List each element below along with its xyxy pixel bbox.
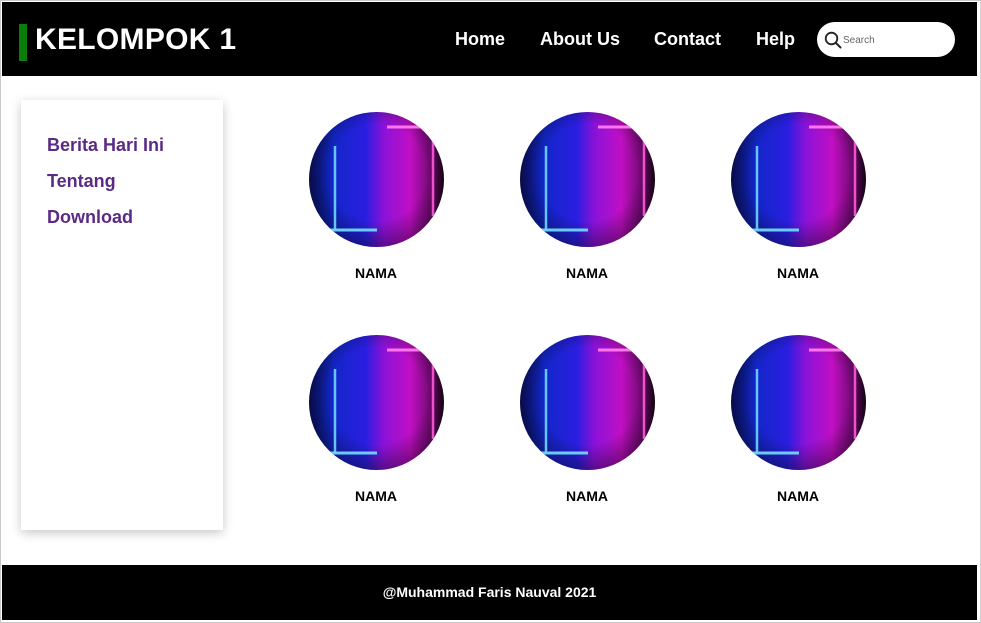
profile-card: NAMA (728, 335, 868, 504)
nav-help-link[interactable]: Help (756, 28, 795, 50)
brand-title: KELOMPOK 1 (35, 23, 237, 56)
profile-photo (308, 112, 444, 247)
search-box[interactable] (817, 22, 955, 57)
profile-photo (308, 335, 444, 470)
sidebar-link-tentang[interactable]: Tentang (47, 170, 116, 192)
search-icon (824, 31, 842, 49)
page-footer: @Muhammad Faris Nauval 2021 (2, 565, 977, 620)
profile-card: NAMA (306, 335, 446, 504)
profile-card: NAMA (517, 112, 657, 281)
profile-name: NAMA (566, 265, 608, 281)
profile-name: NAMA (777, 265, 819, 281)
profile-name: NAMA (355, 488, 397, 504)
top-navbar: KELOMPOK 1 Home About Us Contact Help (2, 2, 977, 76)
brand-accent-bar (19, 24, 27, 61)
profile-photo (519, 112, 655, 247)
search-input[interactable] (843, 31, 947, 49)
profile-card: NAMA (306, 112, 446, 281)
nav-home-link[interactable]: Home (455, 28, 505, 50)
profile-photo (730, 335, 866, 470)
profile-photo (519, 335, 655, 470)
nav-contact-link[interactable]: Contact (654, 28, 721, 50)
profile-card: NAMA (517, 335, 657, 504)
profile-name: NAMA (355, 265, 397, 281)
profile-name: NAMA (566, 488, 608, 504)
sidebar-link-download[interactable]: Download (47, 206, 133, 228)
profile-card: NAMA (728, 112, 868, 281)
sidebar-panel: Berita Hari Ini Tentang Download (21, 100, 223, 530)
footer-copyright: @Muhammad Faris Nauval 2021 (382, 584, 597, 600)
profile-photo (730, 112, 866, 247)
profile-name: NAMA (777, 488, 819, 504)
nav-about-us-link[interactable]: About Us (540, 28, 620, 50)
sidebar-link-berita-hari-ini[interactable]: Berita Hari Ini (47, 134, 164, 156)
